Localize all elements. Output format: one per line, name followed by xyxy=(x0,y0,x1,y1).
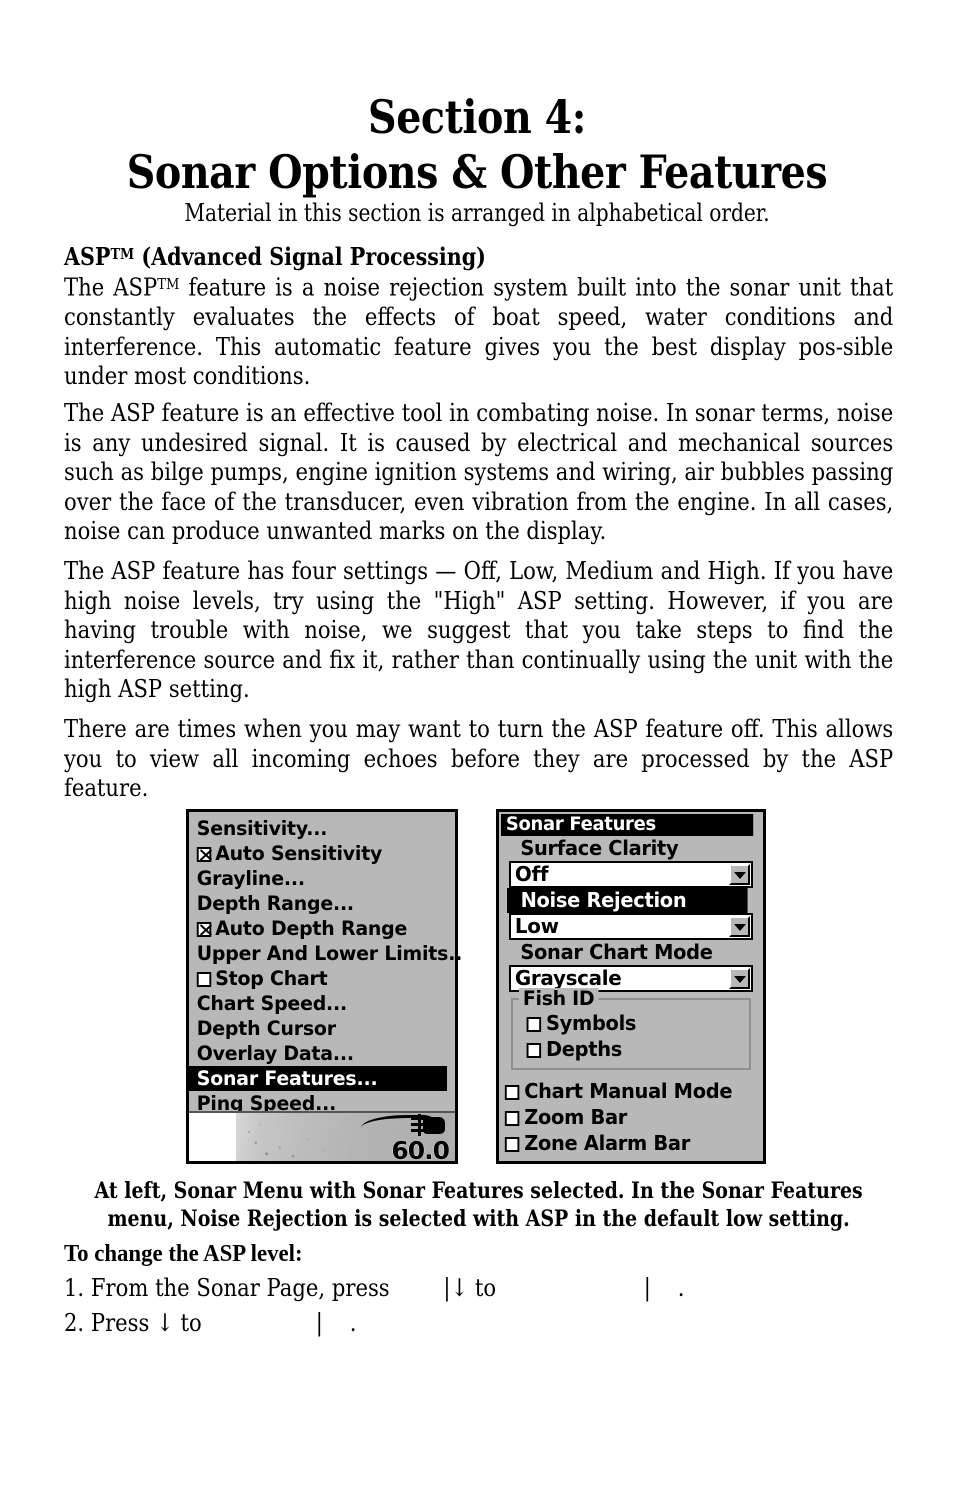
menu-item-upper-and-lower-limits[interactable]: Upper And Lower Limits.. xyxy=(189,941,463,966)
heading-asp-text: ASPTM (Advanced Signal Processing) xyxy=(64,242,486,272)
checkbox-checked-icon[interactable] xyxy=(196,922,212,937)
checkbox-label: Zoom Bar xyxy=(524,1105,628,1129)
menu-item-label: Overlay Data... xyxy=(196,1042,354,1065)
checkbox-checked-icon[interactable] xyxy=(196,847,212,862)
menu-item-label: Auto Depth Range xyxy=(215,917,408,940)
checkbox-label: Chart Manual Mode xyxy=(524,1079,733,1103)
depth-reading: 60.0 xyxy=(391,1136,450,1161)
menu-item-label: Auto Sensitivity xyxy=(215,842,383,865)
label-sonar-chart-mode: Sonar Chart Mode xyxy=(520,940,713,964)
dropdown-surface-clarity[interactable]: Off xyxy=(509,861,753,888)
checkbox-row-zone-alarm-bar[interactable]: Zone Alarm Bar xyxy=(499,1130,755,1156)
transducer-icon xyxy=(411,1114,429,1136)
menu-item-label: Sonar Features... xyxy=(196,1067,378,1090)
menu-item-auto-depth-range[interactable]: Auto Depth Range xyxy=(189,916,447,941)
menu-item-label: Chart Speed... xyxy=(196,992,348,1015)
heading-asp: ASPTM (Advanced Signal Processing) xyxy=(64,239,778,272)
paragraph-asp-intro: The ASPTM feature is a noise rejection s… xyxy=(64,272,894,391)
checkbox-unchecked-icon[interactable] xyxy=(526,1017,542,1032)
fish-id-legend: Fish ID xyxy=(519,988,599,1010)
checkbox-unchecked-icon[interactable] xyxy=(504,1085,520,1100)
section-title-line2: Sonar Options & Other Features xyxy=(126,145,828,199)
checkbox-label: Symbols xyxy=(545,1011,637,1035)
section-title-line1: Section 4: xyxy=(368,90,586,144)
paragraph-noise-sources: The ASP feature is an effective tool in … xyxy=(64,398,894,546)
paragraph-asp-settings: The ASP feature has four settings — Off,… xyxy=(64,556,894,704)
checkbox-label: Depths xyxy=(545,1037,623,1061)
menu-item-sonar-features[interactable]: Sonar Features... xyxy=(189,1066,448,1091)
checkbox-unchecked-icon[interactable] xyxy=(504,1111,520,1126)
checkbox-unchecked-icon[interactable] xyxy=(504,1137,520,1152)
chevron-down-icon[interactable] xyxy=(729,968,750,989)
menu-item-sensitivity[interactable]: Sensitivity... xyxy=(189,816,447,841)
menu-item-auto-sensitivity[interactable]: Auto Sensitivity xyxy=(189,841,447,866)
checkbox-label: Zone Alarm Bar xyxy=(524,1131,691,1155)
menu-item-overlay-data[interactable]: Overlay Data... xyxy=(189,1041,447,1066)
menu-item-label: Grayline... xyxy=(196,867,305,890)
menu-item-depth-range[interactable]: Depth Range... xyxy=(189,891,447,916)
dropdown-noise-rejection[interactable]: Low xyxy=(509,913,753,940)
checkbox-row-symbols[interactable]: Symbols xyxy=(513,1010,742,1036)
procedure-step-2: 2. Press ↓ to | . xyxy=(64,1308,357,1337)
heading-procedure: To change the ASP level: xyxy=(64,1241,303,1267)
checkbox-row-chart-manual-mode[interactable]: Chart Manual Mode xyxy=(499,1078,755,1104)
fish-id-group: Fish ID Symbols Depths xyxy=(511,988,751,1070)
procedure-step-1: 1. From the Sonar Page, press |↓ to | . xyxy=(64,1273,685,1302)
manual-page: Section 4: Sonar Options & Other Feature… xyxy=(0,0,954,1487)
sonar-chart-strip: 60.0 xyxy=(189,1111,455,1161)
label-noise-rejection: Noise Rejection xyxy=(507,888,748,913)
chevron-down-icon[interactable] xyxy=(729,916,750,937)
menu-item-label: Upper And Lower Limits.. xyxy=(196,942,463,965)
sonar-features-screenshot: Sonar Features Surface Clarity Off Noise… xyxy=(496,809,766,1164)
section-subtitle: Material in this section is arranged in … xyxy=(184,199,770,227)
dropdown-value: Low xyxy=(514,914,559,938)
menu-item-stop-chart[interactable]: Stop Chart xyxy=(189,966,447,991)
paragraph-asp-off: There are times when you may want to tur… xyxy=(64,714,894,803)
chevron-down-icon[interactable] xyxy=(729,864,750,885)
sonar-features-toggles: Chart Manual Mode Zoom Bar Zone Alarm Ba… xyxy=(499,1078,763,1156)
label-surface-clarity: Surface Clarity xyxy=(520,836,679,860)
checkbox-row-depths[interactable]: Depths xyxy=(513,1036,742,1062)
menu-item-label: Sensitivity... xyxy=(196,817,328,840)
sonar-features-title: Sonar Features xyxy=(501,814,754,836)
menu-item-grayline[interactable]: Grayline... xyxy=(189,866,447,891)
checkbox-row-zoom-bar[interactable]: Zoom Bar xyxy=(499,1104,755,1130)
sonar-menu-screenshot: Sensitivity... Auto Sensitivity Grayline… xyxy=(186,809,463,1164)
sonar-menu-list: Sensitivity... Auto Sensitivity Grayline… xyxy=(189,812,463,1116)
menu-item-chart-speed[interactable]: Chart Speed... xyxy=(189,991,447,1016)
dropdown-value: Off xyxy=(514,862,549,886)
menu-item-label: Stop Chart xyxy=(215,967,328,990)
dropdown-value: Grayscale xyxy=(514,966,622,990)
menu-item-depth-cursor[interactable]: Depth Cursor xyxy=(189,1016,447,1041)
menu-item-label: Depth Cursor xyxy=(196,1017,336,1040)
figure-caption: At left, Sonar Menu with Sonar Features … xyxy=(94,1178,863,1232)
menu-item-label: Depth Range... xyxy=(196,892,354,915)
checkbox-unchecked-icon[interactable] xyxy=(196,972,212,987)
checkbox-unchecked-icon[interactable] xyxy=(526,1043,542,1058)
